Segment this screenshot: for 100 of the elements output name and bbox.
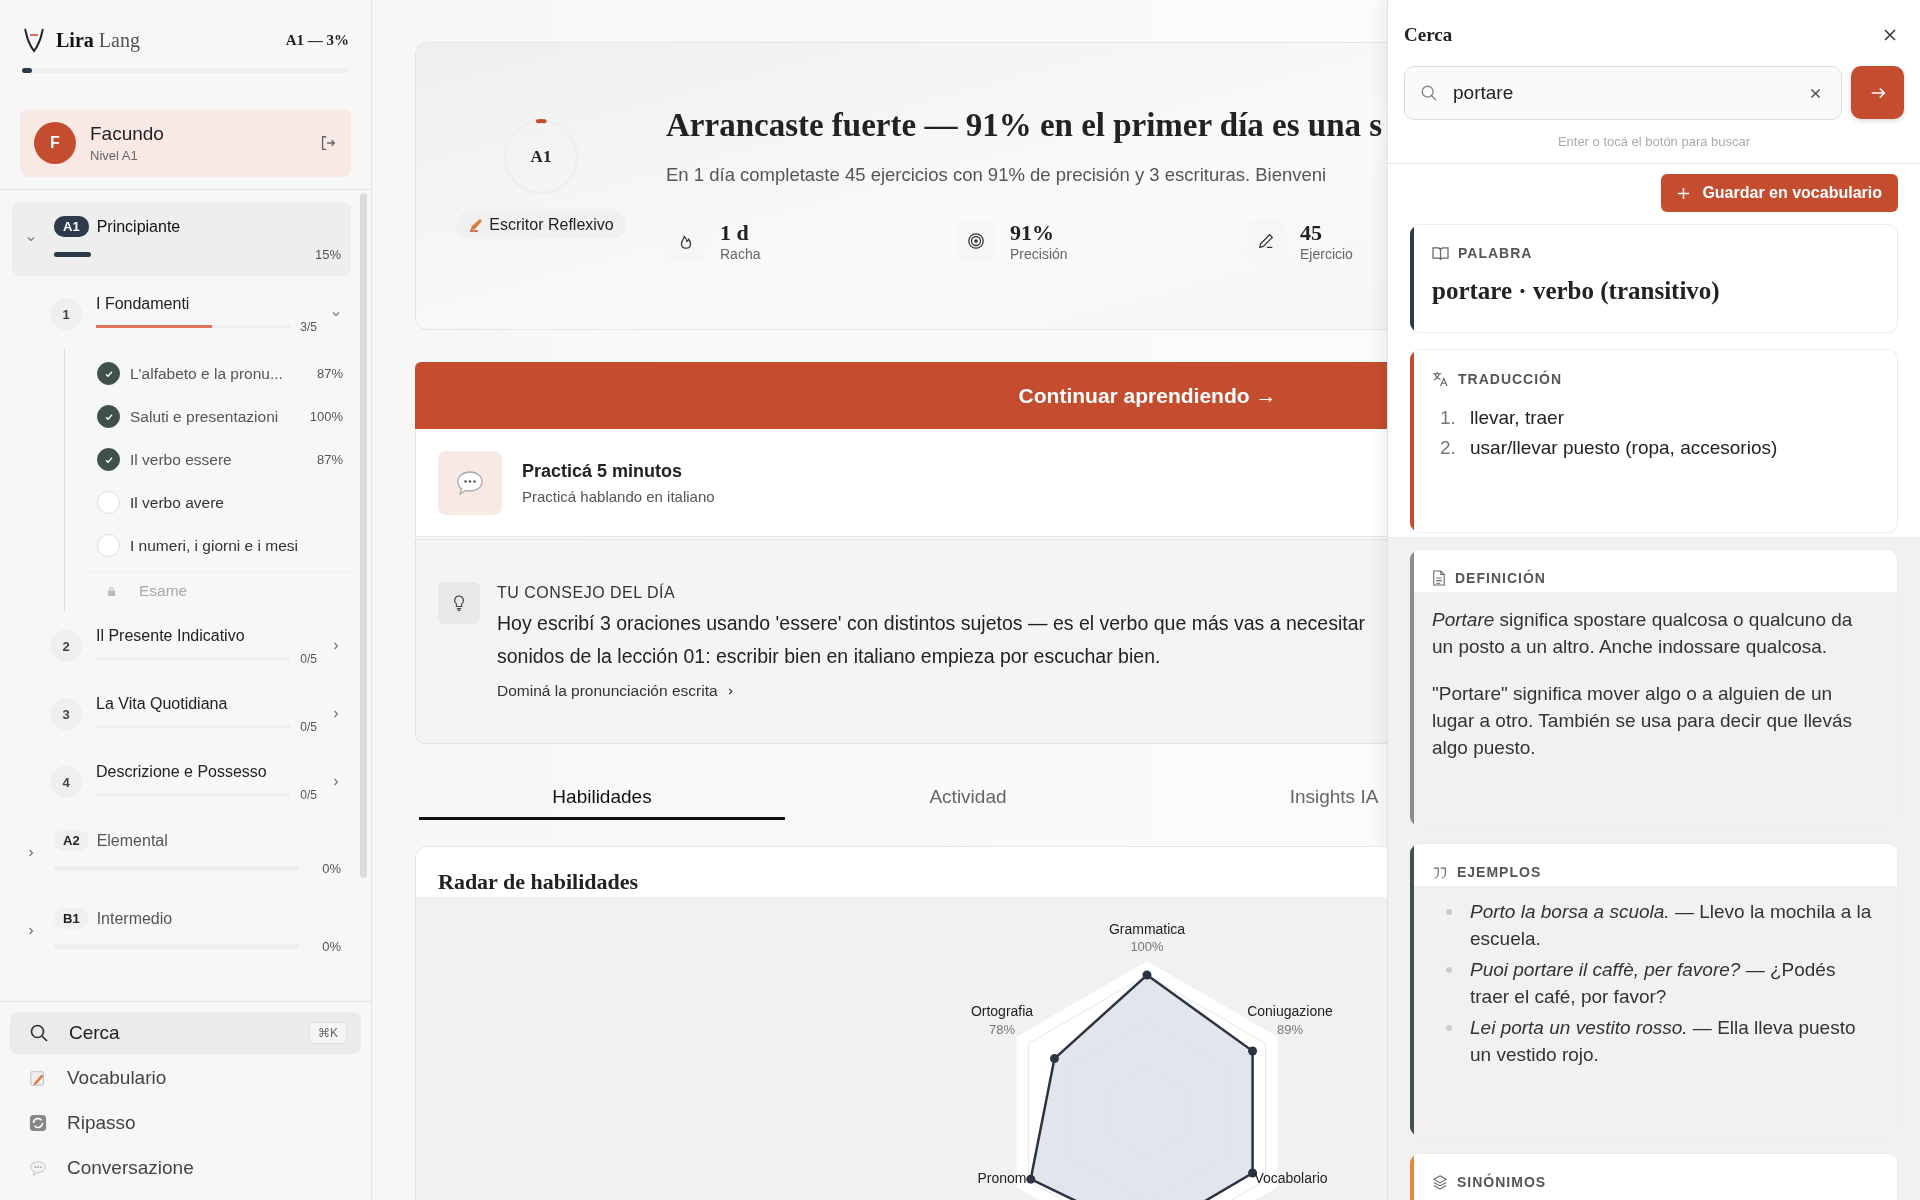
notepad-icon	[29, 1069, 47, 1087]
nav-item[interactable]: Ripasso	[10, 1102, 361, 1144]
unit-title[interactable]: La Vita Quotidiana	[96, 694, 228, 712]
rank-label: A1	[530, 147, 552, 167]
close-icon[interactable]	[1882, 27, 1898, 43]
unit-count: 3/5	[300, 319, 317, 334]
progress-label: A1 — 3%	[285, 31, 349, 49]
user-level: Nivel A1	[90, 148, 139, 163]
practice-title: Practicá 5 minutos	[522, 460, 684, 482]
speech-bubble-icon	[29, 1159, 47, 1177]
section-heading: PALABRA	[1458, 245, 1533, 261]
lesson-title[interactable]: I numeri, i giorni e i mesi	[130, 536, 298, 555]
stat-label: Racha	[720, 246, 761, 262]
continue-button[interactable]: Continuar aprendiendo →	[415, 362, 1387, 429]
book-icon	[1432, 245, 1449, 261]
chevron-icon[interactable]	[331, 709, 341, 719]
radar-title: Radar de habilidades	[438, 869, 640, 895]
unit-number: 4	[50, 766, 82, 798]
bullet-icon	[1446, 967, 1452, 973]
example-text: Porto la borsa a scuola. — Llevo la mochila a la escuela.	[1470, 900, 1873, 951]
refresh-icon	[29, 1114, 47, 1132]
unit-title[interactable]: Il Presente Indicativo	[96, 626, 245, 644]
pencil-icon	[1257, 232, 1275, 250]
tip-heading: TU CONSEJO DEL DÍA	[497, 584, 677, 602]
lesson-title[interactable]: L'alfabeto e la pronu...	[130, 364, 283, 383]
lock-icon	[107, 585, 116, 597]
nav-item[interactable]: Vocabulario	[10, 1057, 361, 1099]
brand-name: Lira Lang	[56, 28, 140, 52]
search-icon	[29, 1023, 49, 1043]
lesson-title[interactable]: Saluti e presentazioni	[130, 407, 279, 426]
chevron-icon[interactable]	[331, 777, 341, 787]
chevron-icon[interactable]	[331, 641, 341, 651]
lesson-score: 87%	[316, 366, 343, 381]
axis-value: 100%	[1130, 939, 1164, 954]
unit-count: 0/5	[300, 787, 317, 802]
level-item[interactable]: A1 Principiante 15%	[12, 202, 351, 276]
lesson-checkbox[interactable]	[97, 405, 120, 428]
stat-value: 45	[1300, 220, 1323, 246]
level-name: Elemental	[96, 831, 168, 850]
unit-number: 2	[50, 630, 82, 662]
unit-title[interactable]: Descrizione e Possesso	[96, 762, 267, 780]
tip-link[interactable]: Dominá la pronunciación escrita	[497, 682, 735, 700]
speech-bubble-icon	[455, 468, 485, 497]
chevron-icon[interactable]	[26, 926, 36, 936]
search-button[interactable]	[1851, 66, 1904, 119]
shortcut-hint: ⌘K	[309, 1022, 347, 1044]
level-name: Principiante	[96, 217, 181, 236]
axis-label: Vocabolario	[1254, 1170, 1328, 1186]
axis-label: Ortografia	[970, 1003, 1034, 1019]
bullet-icon	[1446, 909, 1452, 915]
section-heading: DEFINICIÓN	[1455, 570, 1546, 586]
document-icon	[1432, 570, 1446, 586]
lesson-title[interactable]: Il verbo avere	[130, 493, 224, 512]
level-item[interactable]: B1 Intermedio 0%	[12, 894, 351, 968]
hero-summary: En 1 día completaste 45 ejercicios con 91% de precisión y 3 escrituras. Bienveni	[666, 164, 1328, 186]
level-badge: A2	[54, 830, 89, 851]
nav-item[interactable]: Cerca ⌘K	[10, 1012, 361, 1054]
example-text: Puoi portare il caffè, per favore? — ¿Podés traer el café, por favor?	[1470, 958, 1837, 1009]
scrollbar[interactable]	[360, 193, 367, 878]
plus-icon	[1677, 186, 1691, 200]
lesson-score: 87%	[316, 452, 343, 467]
level-badge: B1	[54, 908, 89, 929]
lesson-checkbox[interactable]	[97, 448, 120, 471]
tip-text: sonidos de la lección 01: escribir bien en italiano empieza por escuchar bien.	[497, 645, 1162, 668]
writing-hand-icon	[468, 217, 485, 233]
nav-item[interactable]: Conversazione	[10, 1147, 361, 1189]
translation-text: usar/llevar puesto (ropa, accesorios)	[1470, 437, 1778, 459]
lesson-checkbox[interactable]	[97, 362, 120, 385]
clear-icon[interactable]	[1809, 87, 1822, 100]
unit-count: 0/5	[300, 719, 317, 734]
stat-label: Precisión	[1010, 246, 1068, 262]
axis-value: 89%	[1277, 1022, 1303, 1037]
logout-icon[interactable]	[319, 134, 337, 152]
tab[interactable]: Habilidades	[419, 776, 785, 820]
tab[interactable]: Insights IA	[1151, 776, 1387, 820]
target-icon	[967, 232, 985, 250]
check-icon	[103, 368, 114, 379]
chevron-icon[interactable]	[331, 309, 341, 319]
tip-text: Hoy escribí 3 oraciones usando 'essere' con distintos sujetos — es el verbo que más vas a necesitar	[497, 612, 1366, 635]
save-button[interactable]: Guardar en vocabulario	[1661, 174, 1898, 212]
unit-count: 0/5	[300, 651, 317, 666]
unit-title[interactable]: I Fondamenti	[96, 294, 190, 312]
practice-card[interactable]: Practicá 5 minutos Practicá hablando en italiano	[415, 429, 1387, 537]
chevron-icon[interactable]	[26, 234, 36, 244]
percent-label: 15%	[314, 247, 341, 262]
search-icon	[1420, 84, 1438, 102]
unit-number: 1	[50, 298, 82, 330]
level-item[interactable]: A2 Elemental 0%	[12, 816, 351, 890]
lesson-title[interactable]: Il verbo essere	[130, 450, 232, 469]
unit-number: 3	[50, 698, 82, 730]
layers-icon	[1432, 1174, 1448, 1190]
axis-label: Grammatica	[1108, 921, 1186, 937]
chevron-icon[interactable]	[26, 848, 36, 858]
word-title: portare · verbo (transitivo)	[1432, 277, 1720, 304]
axis-value: 78%	[989, 1022, 1015, 1037]
search-field[interactable]: portare	[1404, 66, 1842, 120]
level-name: Intermedio	[96, 909, 173, 928]
list-number: 2.	[1440, 437, 1456, 459]
search-hint: Enter o tocá el botón para buscar	[1388, 120, 1920, 164]
tab[interactable]: Actividad	[785, 776, 1151, 820]
